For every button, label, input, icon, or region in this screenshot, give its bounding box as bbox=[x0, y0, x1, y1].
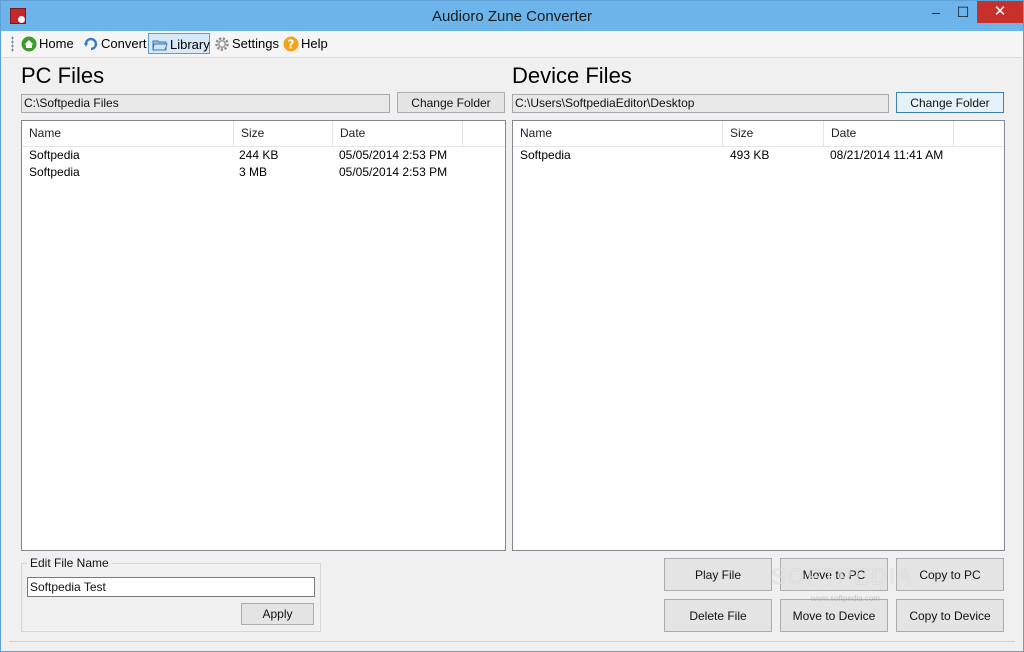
title-bar[interactable]: Audioro Zune Converter – ☐ ✕ bbox=[1, 1, 1023, 31]
menu-convert-label: Convert bbox=[101, 36, 147, 51]
cell-date: 05/05/2014 2:53 PM bbox=[339, 165, 448, 179]
cell-name: Softpedia bbox=[29, 148, 80, 162]
pc-col-size[interactable]: Size bbox=[234, 121, 333, 146]
convert-icon bbox=[84, 37, 98, 51]
cell-size: 244 KB bbox=[239, 148, 279, 162]
table-row[interactable]: Softpedia 493 KB 08/21/2014 11:41 AM bbox=[513, 147, 1004, 164]
toolbar-grip-icon[interactable] bbox=[11, 36, 14, 52]
cell-size: 493 KB bbox=[730, 148, 770, 162]
home-icon bbox=[21, 36, 37, 52]
apply-button[interactable]: Apply bbox=[241, 603, 314, 625]
softpedia-watermark-url: www.softpedia.com bbox=[811, 594, 880, 603]
menu-home-label: Home bbox=[39, 36, 74, 51]
play-file-button[interactable]: Play File bbox=[664, 558, 772, 591]
pc-change-folder-button[interactable]: Change Folder bbox=[397, 92, 505, 113]
folder-icon bbox=[152, 40, 168, 51]
menu-convert[interactable]: Convert bbox=[80, 33, 150, 54]
table-row[interactable]: Softpedia 244 KB 05/05/2014 2:53 PM bbox=[22, 147, 505, 164]
gear-icon bbox=[215, 37, 229, 51]
menu-help-label: Help bbox=[301, 36, 328, 51]
device-col-date[interactable]: Date bbox=[824, 121, 954, 146]
softpedia-watermark: SOFTPEDIA bbox=[771, 564, 914, 589]
cell-size: 3 MB bbox=[239, 165, 268, 179]
device-path-field[interactable]: C:\Users\SoftpediaEditor\Desktop bbox=[512, 94, 889, 113]
delete-file-button[interactable]: Delete File bbox=[664, 599, 772, 632]
cell-date: 05/05/2014 2:53 PM bbox=[339, 148, 448, 162]
svg-text:?: ? bbox=[288, 38, 295, 52]
pc-files-list[interactable]: Name Size Date Softpedia 244 KB 05/05/20… bbox=[21, 120, 506, 551]
menu-help[interactable]: ? Help bbox=[280, 33, 331, 54]
pc-files-title: PC Files bbox=[21, 63, 105, 88]
device-files-title: Device Files bbox=[512, 63, 632, 88]
pc-path-field[interactable]: C:\Softpedia Files bbox=[21, 94, 390, 113]
pc-col-name[interactable]: Name bbox=[22, 121, 234, 146]
menu-settings[interactable]: Settings bbox=[211, 33, 282, 54]
app-window: Audioro Zune Converter – ☐ ✕ Home Conver… bbox=[0, 0, 1024, 652]
device-list-header: Name Size Date bbox=[513, 121, 1004, 147]
table-row[interactable]: Softpedia 3 MB 05/05/2014 2:53 PM bbox=[22, 164, 505, 181]
cell-name: Softpedia bbox=[29, 165, 80, 179]
copy-to-device-button[interactable]: Copy to Device bbox=[896, 599, 1004, 632]
cell-name: Softpedia bbox=[520, 148, 571, 162]
toolbar-menu: Home Convert Library Settings ? Help bbox=[2, 31, 1022, 58]
device-files-list[interactable]: Name Size Date Softpedia 493 KB 08/21/20… bbox=[512, 120, 1005, 551]
minimize-button[interactable]: – bbox=[923, 1, 949, 23]
device-col-size[interactable]: Size bbox=[723, 121, 824, 146]
menu-home[interactable]: Home bbox=[18, 33, 77, 54]
pc-list-header: Name Size Date bbox=[22, 121, 505, 147]
pc-col-date[interactable]: Date bbox=[333, 121, 463, 146]
status-divider bbox=[9, 641, 1015, 642]
device-col-name[interactable]: Name bbox=[513, 121, 723, 146]
edit-file-name-legend: Edit File Name bbox=[27, 556, 112, 570]
edit-file-name-group: Edit File Name Apply bbox=[21, 556, 321, 632]
file-name-input[interactable] bbox=[27, 577, 315, 597]
maximize-button[interactable]: ☐ bbox=[950, 1, 976, 23]
close-button[interactable]: ✕ bbox=[977, 1, 1023, 23]
cell-date: 08/21/2014 11:41 AM bbox=[830, 148, 944, 162]
move-to-device-button[interactable]: Move to Device bbox=[780, 599, 888, 632]
menu-library-label: Library bbox=[170, 37, 210, 52]
menu-library[interactable]: Library bbox=[148, 33, 210, 54]
device-change-folder-button[interactable]: Change Folder bbox=[896, 92, 1004, 113]
help-icon: ? bbox=[283, 36, 299, 52]
window-title: Audioro Zune Converter bbox=[431, 8, 593, 25]
menu-settings-label: Settings bbox=[232, 36, 279, 51]
